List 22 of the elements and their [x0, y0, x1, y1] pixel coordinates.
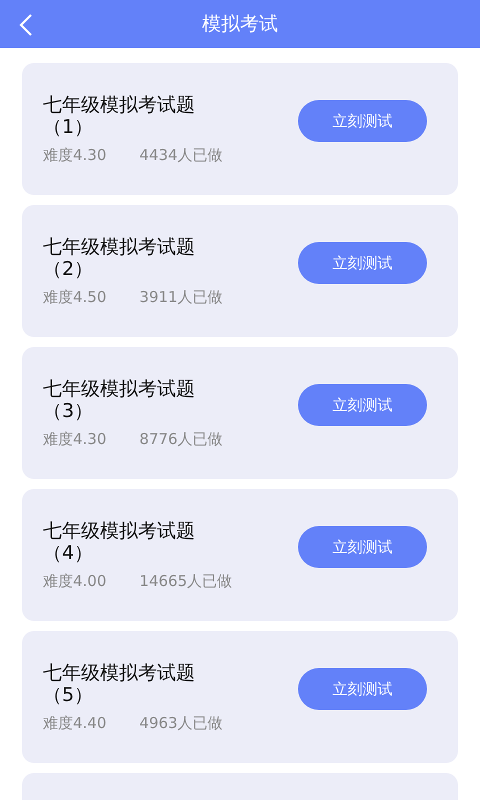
difficulty-text: 难度4.50: [43, 288, 106, 306]
page-title: 模拟考试: [202, 12, 278, 37]
start-test-button[interactable]: 立刻测试: [298, 100, 427, 142]
difficulty-text: 难度4.30: [43, 146, 106, 164]
attempt-count: 8776人已做: [139, 430, 223, 448]
exam-title: 七年级模拟考试题（5）: [43, 662, 196, 706]
difficulty-text: 难度4.30: [43, 430, 106, 448]
start-test-button[interactable]: 立刻测试: [298, 526, 427, 568]
start-test-button[interactable]: 立刻测试: [298, 384, 427, 426]
back-icon[interactable]: [18, 13, 34, 37]
attempt-count: 14665人已做: [139, 572, 232, 590]
difficulty-text: 难度4.00: [43, 572, 106, 590]
attempt-count: 4434人已做: [139, 146, 223, 164]
exam-title: 七年级模拟考试题（3）: [43, 378, 196, 422]
exam-title: 七年级模拟考试题（4）: [43, 520, 196, 564]
start-test-button[interactable]: 立刻测试: [298, 242, 427, 284]
attempt-count: 4963人已做: [139, 714, 223, 732]
exam-title: 七年级模拟考试题（1）: [43, 94, 196, 138]
start-test-button[interactable]: 立刻测试: [298, 668, 427, 710]
difficulty-text: 难度4.40: [43, 714, 106, 732]
attempt-count: 3911人已做: [139, 288, 223, 306]
exam-title: 七年级模拟考试题（2）: [43, 236, 196, 280]
